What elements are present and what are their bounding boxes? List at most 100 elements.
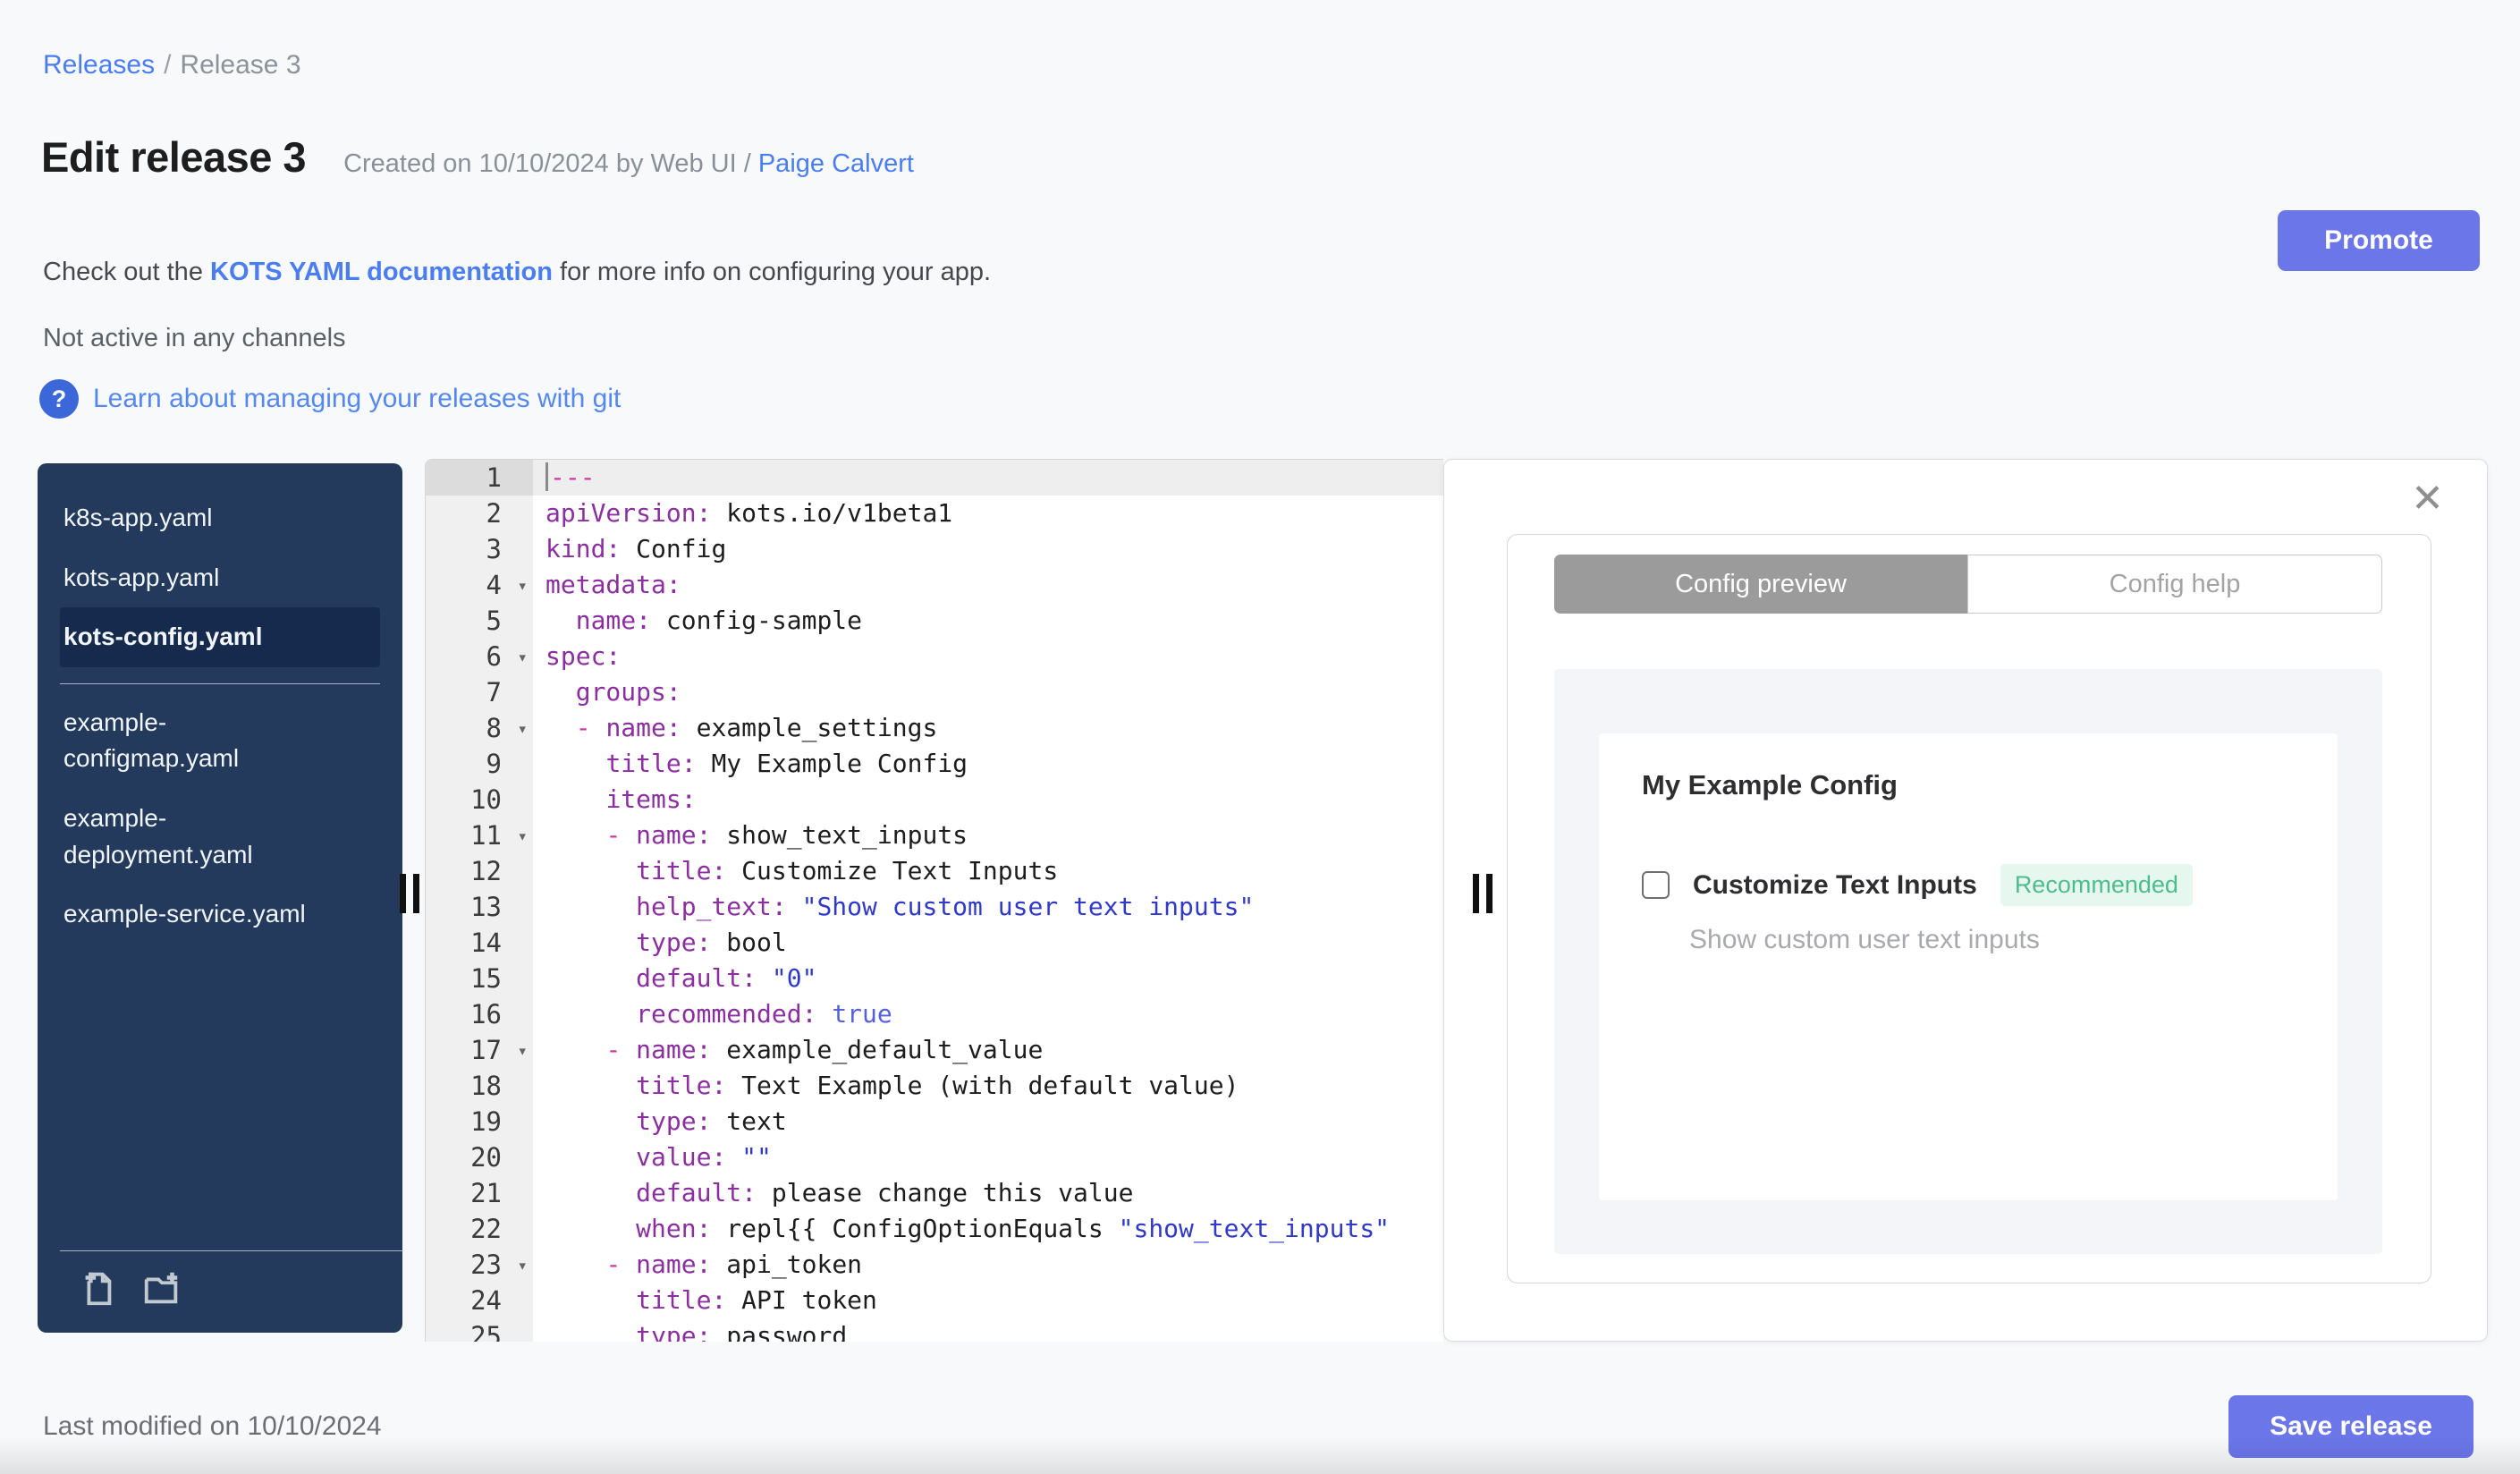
code-line-text: groups: [575,677,681,707]
code-line-text: recommended: true [636,999,892,1029]
code-line-text: title: API token [636,1285,877,1315]
code-line-text: spec: [545,641,622,671]
code-line[interactable]: 24 title: API token [426,1283,1443,1318]
code-line-text: metadata: [545,570,681,599]
breadcrumb: Releases / Release 3 [43,50,301,80]
code-line[interactable]: 11 ▾ - name: show_text_inputs [426,817,1443,853]
line-number: 25 [426,1318,533,1342]
fold-arrow-icon[interactable]: ▾ [518,818,528,854]
kots-yaml-docs-link[interactable]: KOTS YAML documentation [210,258,553,286]
config-item-label: Customize Text Inputs [1693,869,1977,900]
line-number: 23 ▾ [426,1247,533,1283]
code-line[interactable]: 22 when: repl{{ ConfigOptionEquals "show… [426,1211,1443,1247]
sidebar-file-item[interactable]: example-deployment.yaml [60,789,380,885]
code-line[interactable]: 14 type: bool [426,925,1443,961]
sidebar-file-item[interactable]: kots-config.yaml [60,607,380,667]
code-line[interactable]: 3 kind: Config [426,531,1443,567]
preview-body: My Example Config Customize Text Inputs … [1554,669,2382,1254]
sidebar-file-item[interactable]: example-configmap.yaml [60,693,380,789]
git-releases-link[interactable]: Learn about managing your releases with … [93,384,621,414]
save-release-button[interactable]: Save release [2228,1395,2473,1458]
code-line[interactable]: 17 ▾ - name: example_default_value [426,1032,1443,1068]
file-name-label: example-configmap.yaml [63,707,240,773]
yaml-code-editor[interactable]: 1 --- 2 apiVersion: kots.io/v1beta1 3 kind: C… [425,459,1443,1342]
new-file-icon[interactable] [77,1267,118,1313]
code-line[interactable]: 10 items: [426,782,1443,817]
line-number: 1 [426,460,533,496]
bottom-scroll-fade [0,1436,2520,1474]
line-number: 20 [426,1139,533,1175]
breadcrumb-releases-link[interactable]: Releases [43,50,155,80]
code-line-text: - name: example_settings [575,713,938,742]
line-number: 15 [426,961,533,996]
code-line[interactable]: 5 name: config-sample [426,603,1443,639]
line-number: 4 ▾ [426,567,533,603]
code-line[interactable]: 6 ▾ spec: [426,639,1443,674]
tab-config-help[interactable]: Config help [1967,555,2382,614]
code-line[interactable]: 8 ▾ - name: example_settings [426,710,1443,746]
new-folder-icon[interactable] [141,1267,182,1313]
text-cursor [545,462,548,491]
code-line[interactable]: 4 ▾ metadata: [426,567,1443,603]
line-number: 2 [426,496,533,531]
code-line-text: - name: show_text_inputs [605,820,968,850]
code-line[interactable]: 16 recommended: true [426,996,1443,1032]
created-by-user-link[interactable]: Paige Calvert [758,149,914,178]
docs-hint-text: Check out the KOTS YAML documentation fo… [43,258,992,286]
page-title: Edit release 3 [41,133,307,181]
code-line[interactable]: 20 value: "" [426,1139,1443,1175]
code-line[interactable]: 2 apiVersion: kots.io/v1beta1 [426,496,1443,531]
code-line[interactable]: 15 default: "0" [426,961,1443,996]
code-line[interactable]: 25 type: password [426,1318,1443,1342]
code-line[interactable]: 12 title: Customize Text Inputs [426,853,1443,889]
code-line-text: name: config-sample [575,606,863,635]
code-line[interactable]: 23 ▾ - name: api_token [426,1247,1443,1283]
code-line-text: default: "0" [636,963,817,993]
code-line-text: type: text [636,1106,787,1136]
fold-arrow-icon[interactable]: ▾ [518,568,528,604]
preview-tab-bar: Config preview Config help [1554,555,2382,614]
customize-text-inputs-checkbox[interactable] [1642,871,1670,899]
line-number: 22 [426,1211,533,1247]
code-line-text: apiVersion: kots.io/v1beta1 [545,498,953,528]
code-line-text: title: Text Example (with default value) [636,1071,1239,1100]
code-line-text: - name: example_default_value [605,1035,1044,1064]
sidebar-file-item[interactable]: k8s-app.yaml [60,488,380,548]
line-number: 9 [426,746,533,782]
fold-arrow-icon[interactable]: ▾ [518,640,528,675]
file-name-label: k8s-app.yaml [63,504,213,531]
tab-config-preview[interactable]: Config preview [1554,555,1967,614]
file-sidebar: k8s-app.yaml kots-app.yaml kots-config.yam… [38,463,402,1333]
preview-resize-handle[interactable] [1473,874,1494,913]
line-number: 19 [426,1104,533,1139]
line-number: 8 ▾ [426,710,533,746]
code-line[interactable]: 1 --- [426,460,1443,496]
fold-arrow-icon[interactable]: ▾ [518,1248,528,1283]
code-line[interactable]: 13 help_text: "Show custom user text inp… [426,889,1443,925]
code-line-text: type: bool [636,928,787,957]
sidebar-file-item[interactable]: example-service.yaml [60,885,380,945]
fold-arrow-icon[interactable]: ▾ [518,1033,528,1069]
code-line-text: kind: Config [545,534,727,563]
file-name-label: example-deployment.yaml [63,803,253,868]
code-line[interactable]: 18 title: Text Example (with default val… [426,1068,1443,1104]
sidebar-resize-handle[interactable] [400,874,421,913]
code-line[interactable]: 19 type: text [426,1104,1443,1139]
code-line[interactable]: 9 title: My Example Config [426,746,1443,782]
line-number: 7 [426,674,533,710]
line-number: 5 [426,603,533,639]
promote-button[interactable]: Promote [2278,210,2480,271]
line-number: 14 [426,925,533,961]
code-line-text: title: Customize Text Inputs [636,856,1059,885]
code-line[interactable]: 7 groups: [426,674,1443,710]
last-modified-text: Last modified on 10/10/2024 [43,1411,382,1441]
close-icon[interactable]: ✕ [2411,479,2444,519]
fold-arrow-icon[interactable]: ▾ [518,711,528,747]
sidebar-file-item[interactable]: kots-app.yaml [60,548,380,608]
line-number: 12 [426,853,533,889]
code-line[interactable]: 21 default: please change this value [426,1175,1443,1211]
config-group-card: My Example Config Customize Text Inputs … [1599,733,2338,1200]
line-number: 11 ▾ [426,817,533,853]
line-number: 21 [426,1175,533,1211]
code-line-text: --- [533,460,1443,496]
